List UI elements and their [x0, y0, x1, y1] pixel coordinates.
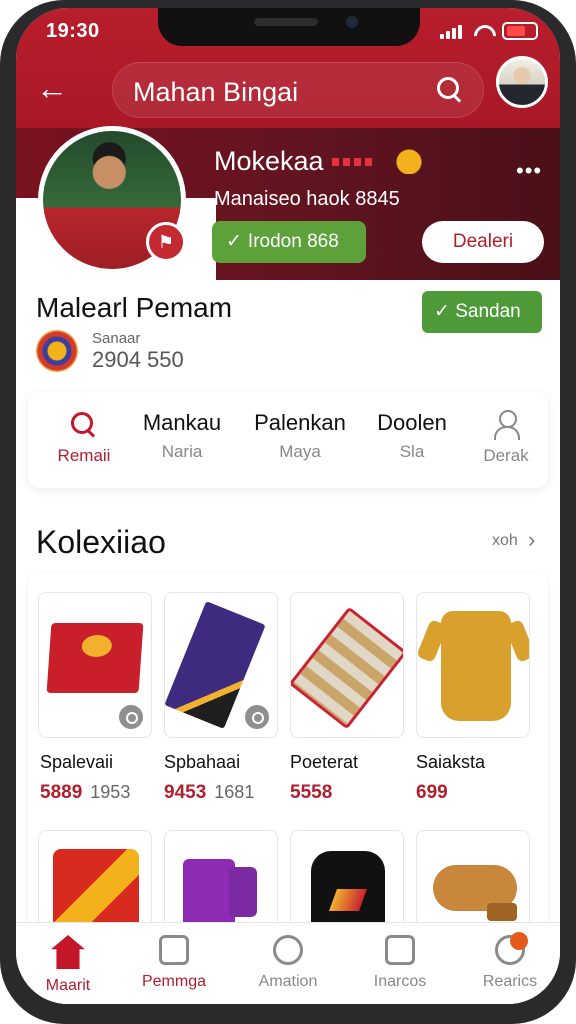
product-purple-image [229, 867, 257, 917]
screen-title: Mahan Bingai [133, 77, 299, 107]
nav-label-secondary: Remaii [57, 446, 111, 465]
nav-label-secondary: Maya [279, 442, 321, 461]
bottom-tab-bar: Maarit Pemmga Amation Inarcos Rearics [16, 922, 560, 1004]
back-button[interactable]: ← [34, 70, 70, 106]
user-avatar[interactable] [496, 56, 548, 108]
zoom-icon[interactable] [245, 705, 269, 729]
lock-icon [385, 935, 415, 965]
price-value: 5558 [290, 782, 333, 803]
product-mat-image [291, 606, 403, 730]
bag-icon [159, 935, 189, 965]
product-wood-image [487, 903, 517, 921]
product-box-image [46, 623, 144, 693]
nav-item-doolen[interactable]: Doolen Sla [362, 404, 462, 484]
product-card[interactable] [290, 592, 404, 738]
old-price: 1681 [214, 782, 255, 802]
club-badge-icon: ⚑ [146, 222, 186, 262]
nav-label-primary: Doolen [377, 410, 447, 435]
profile-icon [495, 932, 528, 965]
check-icon: ✓ [434, 301, 450, 322]
front-camera [346, 16, 358, 28]
product-price: 9453 1681 [164, 782, 254, 804]
nav-item-profile[interactable]: Derak [456, 404, 556, 484]
product-card[interactable] [38, 592, 152, 738]
status-time: 19:30 [46, 20, 100, 42]
tab-label: Pemmga [141, 973, 207, 990]
notification-badge [510, 932, 528, 950]
search-bar[interactable]: Mahan Bingai [112, 62, 484, 118]
product-price: 5558 [290, 782, 332, 804]
nav-item-search[interactable]: Remaii [34, 404, 134, 484]
decor-dots [332, 158, 372, 166]
tab-home[interactable]: Maarit [18, 935, 118, 995]
see-all-link[interactable]: xoh [492, 532, 518, 550]
screen: 19:30 ← Mahan Bingai ⚑ Mokekaa Manaiseo … [16, 8, 560, 1004]
collection-title: Kolexiiao [36, 524, 166, 560]
medal-icon [394, 144, 424, 174]
product-name: Spalevaii [40, 752, 114, 772]
team-label: Sanaar [92, 330, 141, 347]
product-card[interactable] [164, 592, 278, 738]
person-icon [491, 410, 521, 440]
verify-button[interactable]: ✓ Sandan [422, 291, 542, 333]
old-price: 1953 [90, 782, 131, 802]
phone-frame: 19:30 ← Mahan Bingai ⚑ Mokekaa Manaiseo … [0, 0, 576, 1024]
team-logo-icon [36, 330, 78, 372]
price-value: 699 [416, 782, 448, 803]
status-icons [440, 22, 538, 40]
speaker [254, 18, 318, 26]
top-bar: ← Mahan Bingai [16, 56, 560, 120]
check-icon: ✓ [226, 231, 242, 252]
nav-label-secondary: Naria [161, 442, 203, 461]
battery-icon [502, 22, 538, 40]
price-value: 5889 [40, 782, 83, 803]
zoom-icon[interactable] [119, 705, 143, 729]
product-card[interactable] [416, 592, 530, 738]
deal-button[interactable]: Dealeri [422, 221, 544, 263]
page-title: Malearl Pemam [36, 292, 233, 323]
price-value: 9453 [164, 782, 207, 803]
tab-pemmga[interactable]: Pemmga [124, 935, 224, 991]
tab-inarcos[interactable]: Inarcos [350, 935, 450, 991]
tab-label: Inarcos [373, 973, 427, 990]
product-price: 5889 1953 [40, 782, 130, 804]
tab-rearics[interactable]: Rearics [460, 932, 560, 991]
search-icon [69, 410, 99, 440]
wifi-icon [472, 23, 492, 39]
category-nav: Remaii Mankau Naria Palenkan Maya Doolen… [28, 392, 548, 488]
product-name: Saiaksta [416, 752, 486, 772]
stat-badge-button[interactable]: ✓ Irodon 868 [212, 221, 366, 263]
team-value: 2904 550 [92, 347, 184, 372]
player-subline: Manaiseo haok 8845 [214, 188, 400, 210]
product-purple-image [183, 859, 235, 929]
tab-amation[interactable]: Amation [238, 935, 338, 991]
nav-item-palenkan[interactable]: Palenkan Maya [250, 404, 350, 484]
ball-icon [273, 935, 303, 965]
tab-label: Maarit [45, 977, 91, 994]
verify-label: Sandan [455, 301, 521, 322]
more-options-icon[interactable]: ••• [516, 158, 542, 184]
signal-icon [440, 23, 462, 39]
product-name: Poeterat [290, 752, 359, 772]
nav-label-secondary: Sla [399, 442, 425, 461]
nav-label-primary: Palenkan [254, 410, 346, 435]
product-price: 699 [416, 782, 448, 804]
chevron-right-icon[interactable]: › [528, 527, 535, 553]
nav-label-secondary: Derak [483, 446, 529, 465]
nav-item-mankau[interactable]: Mankau Naria [132, 404, 232, 484]
tab-label: Rearics [482, 973, 538, 990]
stat-label: Irodon 868 [247, 231, 339, 252]
home-icon [51, 935, 85, 969]
nav-label-primary: Mankau [142, 410, 222, 435]
search-icon[interactable] [435, 75, 465, 105]
notch [158, 8, 420, 46]
tab-label: Amation [258, 973, 318, 990]
player-name: Mokekaa [214, 146, 324, 176]
product-name: Spbahaai [164, 752, 241, 772]
product-kit-image [441, 611, 511, 721]
